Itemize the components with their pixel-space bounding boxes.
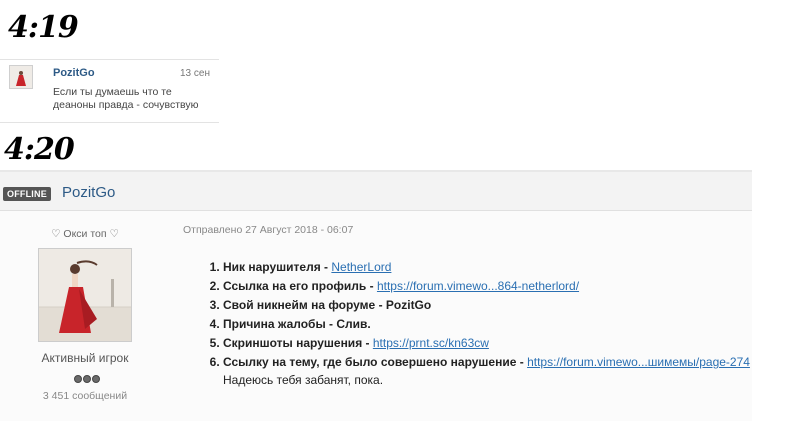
item-label: Ник нарушителя -: [223, 260, 332, 274]
item-label: Ссылку на тему, где было совершено наруш…: [223, 355, 528, 369]
list-item: Свой никнейм на форуме - PozitGo: [223, 296, 783, 315]
snippet-text: Если ты думаешь что те деаноны правда - …: [53, 86, 199, 111]
status-badge: OFFLINE: [3, 187, 51, 201]
closing-text: Надеюсь тебя забанят, пока.: [223, 373, 384, 387]
list-item: Скриншоты нарушения - https://prnt.sc/kn…: [223, 334, 783, 353]
forum-post: OFFLINE PozitGo ♡ Окси топ ♡ Активный иг…: [0, 170, 752, 421]
snippet-author[interactable]: PozitGo: [53, 67, 95, 79]
list-item: Причина жалобы - Слив.: [223, 315, 783, 334]
snippet-date: 13 сен: [180, 68, 210, 79]
item-link[interactable]: https://prnt.sc/kn63cw: [373, 336, 489, 350]
complaint-list: Ник нарушителя - NetherLord Ссылка на ег…: [205, 258, 783, 372]
author-rank: Активный игрок: [41, 351, 129, 365]
snippet-avatar[interactable]: [9, 65, 33, 89]
post-snippet[interactable]: PozitGo 13 сен Если ты думаешь что те де…: [0, 59, 219, 123]
time-label-second: 4:20: [4, 132, 75, 167]
item-label: Ссылка на его профиль -: [223, 279, 377, 293]
list-item: Ник нарушителя - NetherLord: [223, 258, 783, 277]
rank-pip: [74, 375, 82, 383]
item-link[interactable]: https://forum.vimewo...864-netherlord/: [377, 279, 579, 293]
avatar[interactable]: [38, 248, 132, 342]
post-header: OFFLINE PozitGo: [0, 172, 752, 211]
time-label-first: 4:19: [8, 10, 79, 45]
item-label: Скриншоты нарушения -: [223, 336, 373, 350]
item-label: Свой никнейм на форуме - PozitGo: [223, 298, 432, 312]
rank-pips: [74, 370, 101, 388]
rank-pip: [83, 375, 91, 383]
author-title: ♡ Окси топ ♡: [51, 228, 119, 240]
post-author-name[interactable]: PozitGo: [62, 184, 115, 201]
list-item: Ссылку на тему, где было совершено наруш…: [223, 353, 783, 372]
message-count: 3 451 сообщений: [42, 390, 128, 402]
rank-pip: [92, 375, 100, 383]
post-date: Отправлено 27 Август 2018 - 06:07: [183, 224, 354, 236]
author-panel: ♡ Окси топ ♡ Активный игрок 3 451 сообще…: [0, 212, 170, 421]
item-label: Причина жалобы - Слив.: [223, 317, 371, 331]
item-link[interactable]: https://forum.vimewo...шимемы/page-274: [527, 355, 750, 369]
list-item: Ссылка на его профиль - https://forum.vi…: [223, 277, 783, 296]
item-link[interactable]: NetherLord: [331, 260, 391, 274]
